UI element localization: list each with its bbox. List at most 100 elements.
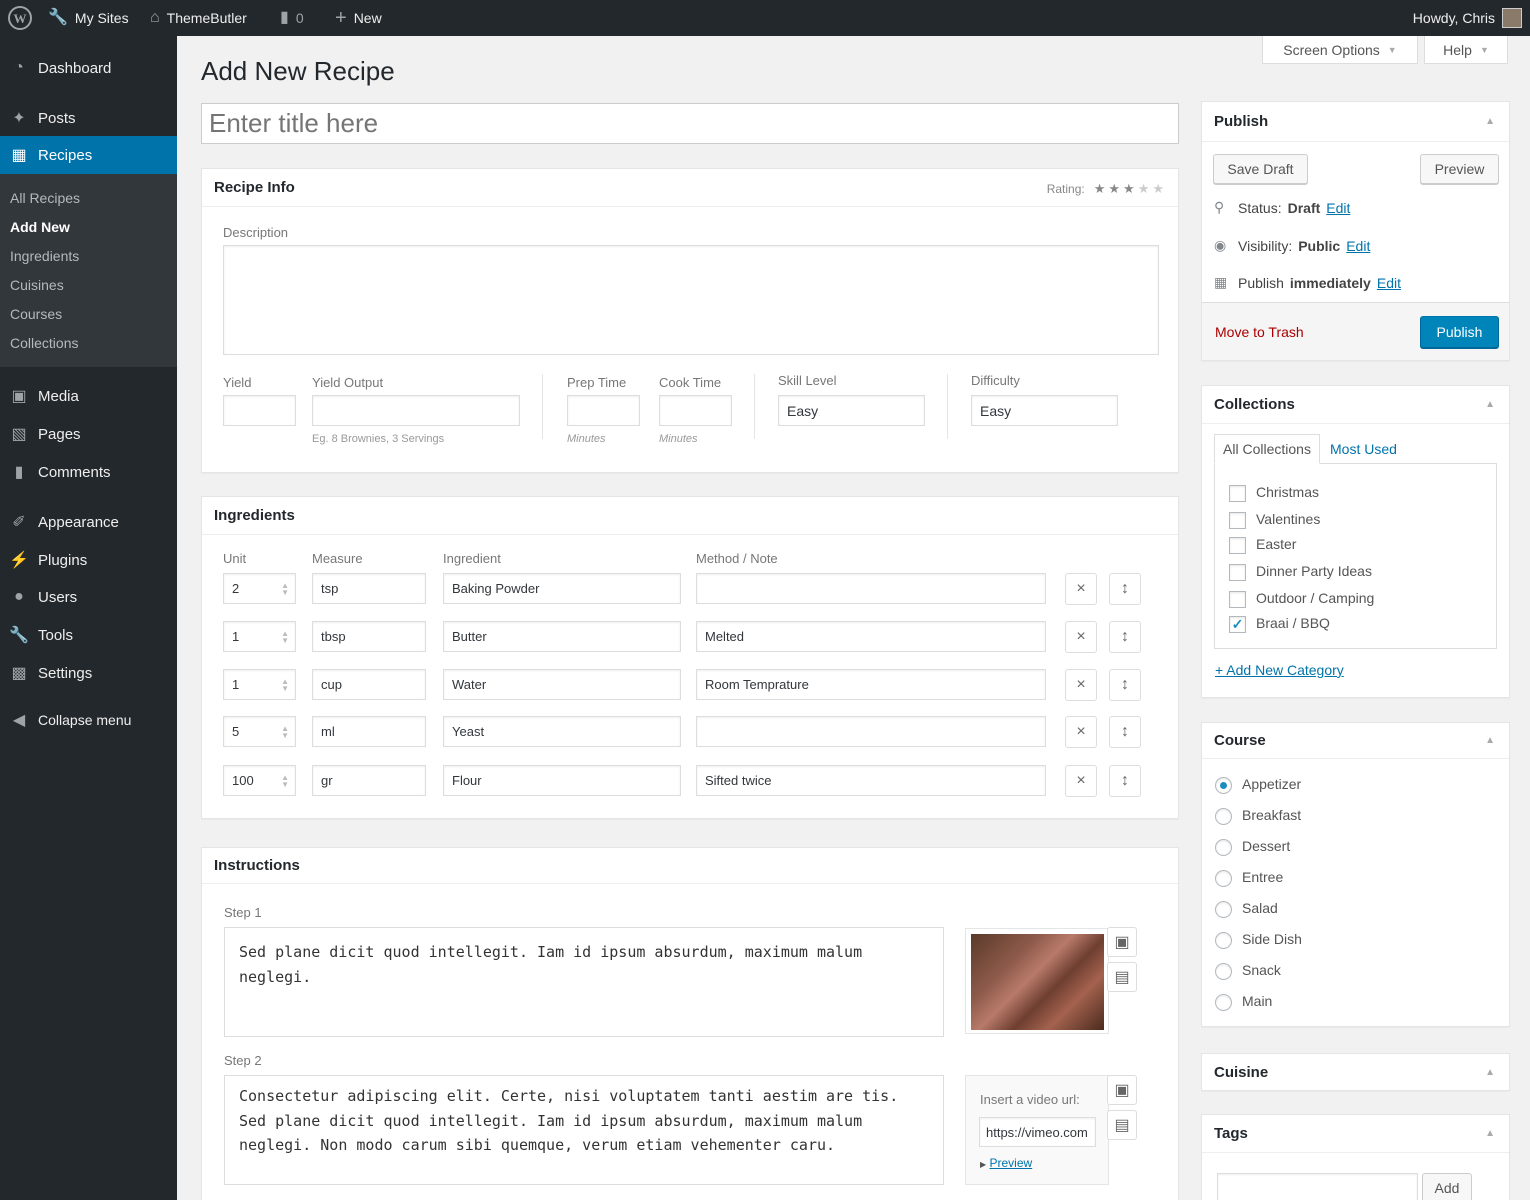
menu-pages[interactable]: ▧ Pages (0, 415, 177, 453)
collection-checkbox[interactable] (1229, 564, 1246, 581)
star-icon[interactable]: ★ (1152, 181, 1164, 196)
star-icon[interactable]: ★ (1108, 181, 1120, 196)
cuisine-heading[interactable]: Cuisine ▲ (1202, 1054, 1509, 1090)
help-tab[interactable]: Help ▼ (1424, 36, 1508, 64)
wordpress-logo-icon[interactable]: W (8, 0, 32, 36)
prep-time-input[interactable] (567, 395, 640, 426)
remove-row-icon[interactable]: × (1065, 669, 1097, 701)
star-icon[interactable]: ★ (1123, 181, 1135, 196)
drag-handle-icon[interactable]: ↕ (1109, 573, 1141, 605)
method-note-input[interactable] (696, 573, 1046, 604)
new-content-menu[interactable]: + New (335, 0, 382, 36)
course-radio[interactable] (1215, 808, 1232, 825)
course-radio[interactable] (1215, 994, 1232, 1011)
drag-handle-icon[interactable]: ↕ (1109, 669, 1141, 701)
collapse-arrow-icon[interactable]: ▲ (1485, 735, 1495, 746)
collection-checkbox[interactable] (1229, 485, 1246, 502)
tab-all-collections[interactable]: All Collections (1214, 434, 1320, 464)
drag-handle-icon[interactable]: ↕ (1109, 765, 1141, 797)
collection-checkbox[interactable] (1229, 512, 1246, 529)
cook-time-input[interactable] (659, 395, 732, 426)
step-1-image[interactable] (971, 934, 1104, 1030)
stepper-arrows-icon[interactable]: ▲ ▼ (281, 630, 289, 645)
image-icon[interactable]: ▣ (1107, 927, 1137, 957)
remove-row-icon[interactable]: × (1065, 716, 1097, 748)
collection-checkbox[interactable]: ✓ (1229, 616, 1246, 633)
unit-input[interactable]: 5 ▲ ▼ (223, 716, 296, 747)
comments-menu[interactable]: ▮ 0 (280, 0, 304, 36)
star-icon[interactable]: ★ (1138, 181, 1150, 196)
remove-row-icon[interactable]: × (1065, 621, 1097, 653)
move-to-trash-link[interactable]: Move to Trash (1215, 324, 1304, 340)
yield-input[interactable] (223, 395, 296, 426)
method-note-input[interactable]: Room Temprature (696, 669, 1046, 700)
stepper-arrows-icon[interactable]: ▲ ▼ (281, 774, 289, 789)
publish-date-edit-link[interactable]: Edit (1377, 275, 1401, 291)
screen-options-tab[interactable]: Screen Options ▼ (1262, 36, 1418, 64)
menu-recipes[interactable]: ▦ Recipes (0, 136, 177, 174)
ingredient-input[interactable]: Flour (443, 765, 681, 796)
tags-input[interactable] (1217, 1173, 1418, 1200)
course-radio[interactable] (1215, 963, 1232, 980)
collapse-arrow-icon[interactable]: ▲ (1485, 1067, 1495, 1078)
course-heading[interactable]: Course ▲ (1202, 723, 1509, 759)
add-new-category-link[interactable]: + Add New Category (1215, 662, 1344, 678)
unit-input[interactable]: 2 ▲ ▼ (223, 573, 296, 604)
video-url-input[interactable]: https://vimeo.com (979, 1117, 1096, 1147)
unit-input[interactable]: 1 ▲ ▼ (223, 669, 296, 700)
menu-media[interactable]: ▣ Media (0, 377, 177, 415)
difficulty-input[interactable]: Easy (971, 395, 1118, 426)
recipe-title-input[interactable] (201, 103, 1179, 144)
course-radio[interactable] (1215, 870, 1232, 887)
course-radio[interactable] (1215, 901, 1232, 918)
submenu-cuisines[interactable]: Cuisines (10, 277, 64, 293)
unit-input[interactable]: 100 ▲ ▼ (223, 765, 296, 796)
menu-posts[interactable]: ✦ Posts (0, 99, 177, 137)
skill-level-input[interactable]: Easy (778, 395, 925, 426)
add-tag-button[interactable]: Add (1422, 1173, 1472, 1200)
ingredient-input[interactable]: Baking Powder (443, 573, 681, 604)
collapse-menu[interactable]: ◀ Collapse menu (0, 701, 177, 739)
star-icon[interactable]: ★ (1094, 181, 1106, 196)
preview-button[interactable]: Preview (1420, 154, 1499, 184)
remove-row-icon[interactable]: × (1065, 765, 1097, 797)
course-radio[interactable] (1215, 932, 1232, 949)
tab-most-used[interactable]: Most Used (1330, 441, 1397, 457)
measure-input[interactable]: ml (312, 716, 426, 747)
submenu-courses[interactable]: Courses (10, 306, 62, 322)
submenu-all-recipes[interactable]: All Recipes (10, 190, 80, 206)
drag-handle-icon[interactable]: ↕ (1109, 621, 1141, 653)
menu-comments[interactable]: ▮ Comments (0, 453, 177, 491)
video-preview-link[interactable]: ▶ Preview (980, 1156, 1032, 1170)
collapse-arrow-icon[interactable]: ▲ (1485, 399, 1495, 410)
stepper-arrows-icon[interactable]: ▲ ▼ (281, 678, 289, 693)
image-icon[interactable]: ▣ (1107, 1075, 1137, 1105)
submenu-collections[interactable]: Collections (10, 335, 78, 351)
publish-heading[interactable]: Publish ▲ (1202, 102, 1509, 142)
tags-heading[interactable]: Tags ▲ (1202, 1115, 1509, 1153)
submenu-add-new[interactable]: Add New (10, 219, 70, 235)
ingredient-input[interactable]: Butter (443, 621, 681, 652)
menu-appearance[interactable]: ✐ Appearance (0, 503, 177, 541)
remove-row-icon[interactable]: × (1065, 573, 1097, 605)
course-radio[interactable] (1215, 839, 1232, 856)
yield-output-input[interactable] (312, 395, 520, 426)
submenu-ingredients[interactable]: Ingredients (10, 248, 79, 264)
publish-button[interactable]: Publish (1420, 316, 1499, 348)
film-icon[interactable]: ▤ (1107, 962, 1137, 992)
course-radio[interactable] (1215, 777, 1232, 794)
stepper-arrows-icon[interactable]: ▲ ▼ (281, 725, 289, 740)
menu-plugins[interactable]: ⚡ Plugins (0, 541, 177, 579)
account-menu[interactable]: Howdy, Chris (1413, 0, 1522, 36)
measure-input[interactable]: gr (312, 765, 426, 796)
method-note-input[interactable]: Melted (696, 621, 1046, 652)
method-note-input[interactable] (696, 716, 1046, 747)
stepper-arrows-icon[interactable]: ▲ ▼ (281, 582, 289, 597)
method-note-input[interactable]: Sifted twice (696, 765, 1046, 796)
visibility-edit-link[interactable]: Edit (1346, 238, 1370, 254)
collections-heading[interactable]: Collections ▲ (1202, 386, 1509, 424)
step-1-textarea[interactable]: Sed plane dicit quod intellegit. Iam id … (224, 927, 944, 1037)
collection-checkbox[interactable] (1229, 591, 1246, 608)
my-sites-menu[interactable]: 🔧 My Sites (48, 0, 129, 36)
status-edit-link[interactable]: Edit (1326, 200, 1350, 216)
